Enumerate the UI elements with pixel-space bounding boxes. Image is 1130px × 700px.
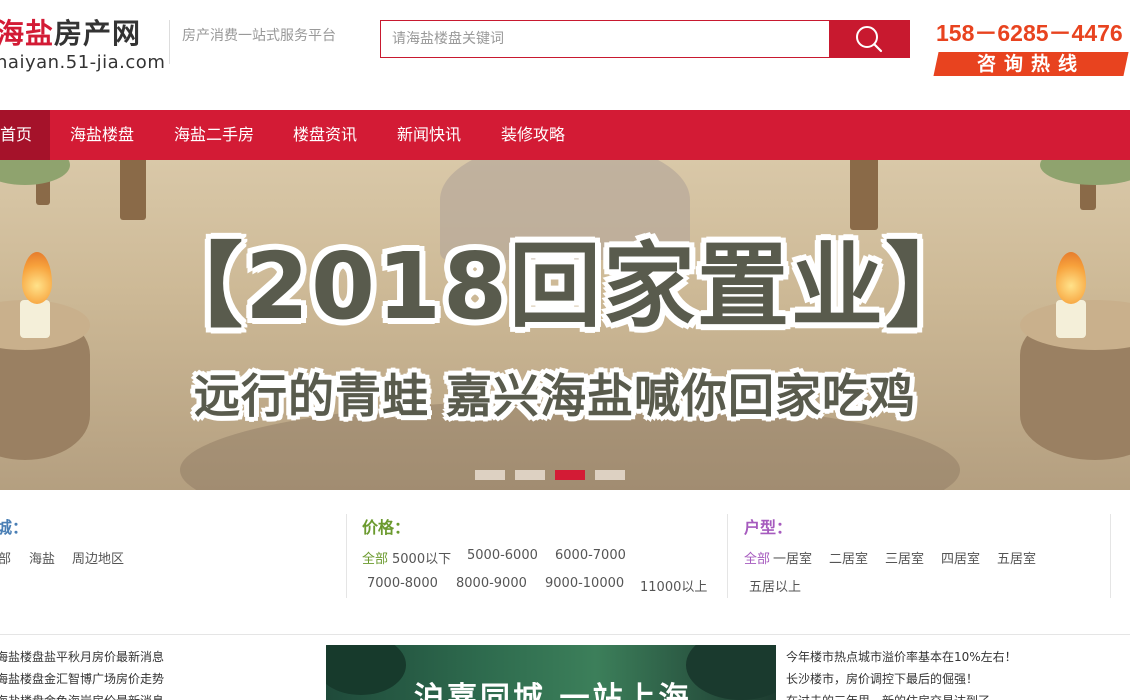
- banner-dot-2[interactable]: [515, 470, 545, 480]
- filter-price-option[interactable]: 7000-8000: [367, 576, 438, 591]
- search-button[interactable]: [829, 21, 909, 57]
- search-box: [380, 20, 910, 58]
- logo-brand-red: 海盐: [0, 17, 55, 50]
- nav-item-news-flash[interactable]: 新闻快讯: [397, 110, 461, 160]
- filter-divider: [1110, 514, 1111, 598]
- filter-price-option[interactable]: 11000以上: [640, 576, 707, 595]
- news-list-item[interactable]: 海盐楼盘盐平秋月房价最新消息: [0, 648, 164, 665]
- news-list-item[interactable]: 长沙楼市，房价调控下最后的倔强！: [786, 670, 978, 687]
- filter-layout: 户型：: [744, 514, 792, 538]
- filter-layout-option[interactable]: 一居室: [773, 548, 812, 567]
- hotline-label: 咨询热线: [976, 53, 1085, 75]
- filter-area-title: 城：: [0, 518, 29, 537]
- nav-item-decoration[interactable]: 装修攻略: [501, 110, 565, 160]
- site-logo[interactable]: 海盐房产网 haiyan.51-jia.com: [0, 18, 166, 78]
- filter-divider: [727, 514, 728, 598]
- filter-layout-option-all[interactable]: 全部: [744, 548, 770, 567]
- nav-item-new-homes[interactable]: 海盐楼盘: [70, 110, 134, 160]
- filter-price: 价格：: [362, 514, 410, 538]
- site-slogan: 房产消费一站式服务平台: [182, 28, 336, 44]
- nav-item-home[interactable]: 首页: [0, 110, 50, 160]
- filter-area-option[interactable]: 周边地区: [72, 548, 124, 567]
- banner-subtitle: 远行的青蛙 嘉兴海盐喊你回家吃鸡: [193, 369, 916, 423]
- filter-divider: [346, 514, 347, 598]
- promo-tree-shape: [686, 645, 776, 700]
- hotline: 158－6285－4476 咨询热线: [933, 14, 1129, 79]
- logo-brand-dark: 房产网: [54, 17, 142, 50]
- filter-layout-option[interactable]: 三居室: [885, 548, 924, 567]
- hero-banner[interactable]: 【2018回家置业】 远行的青蛙 嘉兴海盐喊你回家吃鸡: [0, 160, 1130, 490]
- filter-layout-option[interactable]: 五居以上: [749, 576, 801, 595]
- filter-price-option[interactable]: 8000-9000: [456, 576, 527, 591]
- promo-tree-shape: [326, 645, 406, 695]
- logo-url: haiyan.51-jia.com: [0, 52, 166, 73]
- filter-layout-option[interactable]: 二居室: [829, 548, 868, 567]
- filter-area-option[interactable]: 部: [0, 548, 11, 567]
- site-header: 海盐房产网 haiyan.51-jia.com 房产消费一站式服务平台 158－…: [0, 0, 1130, 110]
- search-input[interactable]: [381, 21, 830, 57]
- filter-area: 城：: [0, 514, 28, 538]
- filter-price-option[interactable]: 5000以下: [392, 548, 451, 567]
- news-list-item[interactable]: 海盐楼盘金色海岸房价最新消息: [0, 692, 164, 700]
- promo-banner[interactable]: 沪嘉同城 一站上海: [326, 645, 776, 700]
- news-list-item[interactable]: 在过去的三年里，新的住房交易达到了一: [786, 692, 1002, 700]
- nav-item-resale[interactable]: 海盐二手房: [174, 110, 254, 160]
- banner-dot-4[interactable]: [595, 470, 625, 480]
- filter-panel: 城： 部 海盐 周边地区 价格： 全部 5000以下 5000-6000 600…: [0, 490, 1130, 635]
- banner-bush-left: [0, 160, 70, 185]
- filter-layout-option[interactable]: 四居室: [941, 548, 980, 567]
- filter-layout-title: 户型：: [744, 518, 793, 537]
- nav-item-property-news[interactable]: 楼盘资讯: [293, 110, 357, 160]
- banner-bush-right: [1040, 160, 1130, 185]
- main-nav: 首页 海盐楼盘 海盐二手房 楼盘资讯 新闻快讯 装修攻略: [0, 110, 1130, 160]
- banner-post-left: [120, 160, 146, 220]
- filter-price-option[interactable]: 6000-7000: [555, 548, 626, 563]
- filter-price-title: 价格：: [362, 518, 411, 537]
- promo-text: 沪嘉同城 一站上海: [414, 681, 692, 700]
- filter-price-option[interactable]: 9000-10000: [545, 576, 624, 591]
- filter-area-option[interactable]: 海盐: [29, 548, 55, 567]
- filter-layout-option[interactable]: 五居室: [997, 548, 1036, 567]
- banner-dot-3[interactable]: [555, 470, 585, 480]
- logo-text: 海盐房产网: [0, 18, 156, 50]
- banner-title: 【2018回家置业】: [150, 233, 980, 340]
- banner-dot-1[interactable]: [475, 470, 505, 480]
- hotline-number: 158－6285－4476: [936, 20, 1123, 46]
- search-icon: [856, 26, 883, 53]
- news-list-item[interactable]: 海盐楼盘金汇智博广场房价走势: [0, 670, 164, 687]
- header-divider: [169, 20, 170, 64]
- news-list-item[interactable]: 今年楼市热点城市溢价率基本在10%左右！: [786, 648, 1017, 665]
- filter-price-option[interactable]: 5000-6000: [467, 548, 538, 563]
- filter-price-option-all[interactable]: 全部: [362, 548, 388, 567]
